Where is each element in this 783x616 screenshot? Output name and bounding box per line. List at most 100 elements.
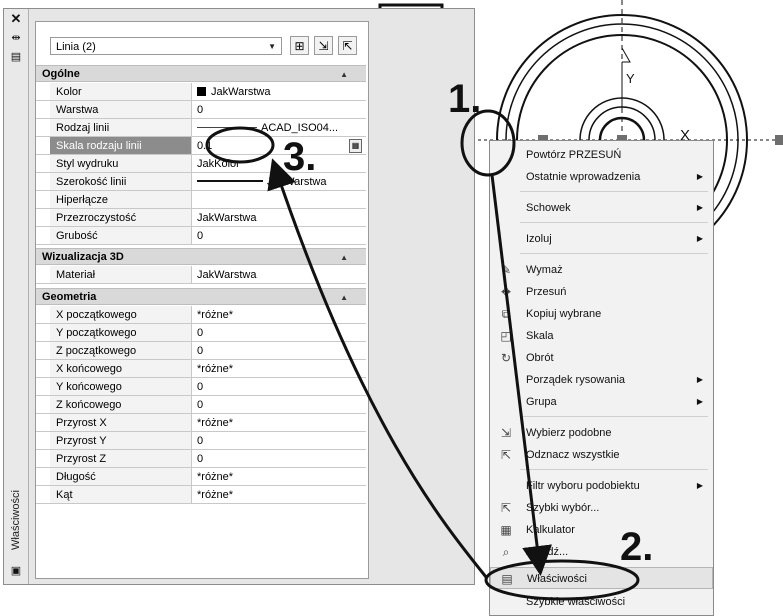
property-row[interactable]: Szerokość linii JakWarstwa: [36, 173, 366, 191]
menu-item-properties[interactable]: ▤ Właściwości: [490, 567, 713, 589]
menu-item-recent-input[interactable]: Ostatnie wprowadzenia ▶: [490, 166, 713, 188]
menu-item-erase[interactable]: ✎ Wymaż: [490, 259, 713, 281]
menu-item-isolate[interactable]: Izoluj ▶: [490, 228, 713, 250]
property-value[interactable]: *różne*: [194, 306, 364, 323]
property-value[interactable]: JakWarstwa: [194, 266, 364, 283]
property-row[interactable]: Rodzaj linii ACAD_ISO04...: [36, 119, 366, 137]
property-row[interactable]: X początkowego *różne*: [36, 306, 366, 324]
property-label: Przyrost X: [50, 414, 192, 431]
property-row[interactable]: Z końcowego 0: [36, 396, 366, 414]
menu-item-group[interactable]: Grupa ▶: [490, 391, 713, 413]
section-3d[interactable]: Wizualizacja 3D ▲: [36, 248, 366, 265]
property-value[interactable]: 0: [194, 450, 364, 467]
collapse-icon[interactable]: ▲: [340, 249, 348, 266]
menu-item-scale[interactable]: ◰ Skala: [490, 325, 713, 347]
select-objects-button[interactable]: ⇲: [314, 36, 333, 55]
property-value[interactable]: ACAD_ISO04...: [194, 119, 364, 136]
calculator-icon[interactable]: ▦: [349, 139, 362, 153]
property-row[interactable]: Hiperłącze: [36, 191, 366, 209]
move-icon: ✥: [500, 285, 512, 299]
property-value[interactable]: *różne*: [194, 414, 364, 431]
section-geometry-title: Geometria: [42, 291, 97, 303]
property-value[interactable]: 0: [194, 324, 364, 341]
close-icon[interactable]: ✕: [8, 12, 24, 26]
menu-item-repeat-move[interactable]: Powtórz PRZESUŃ: [490, 144, 713, 166]
property-value[interactable]: 0: [194, 227, 364, 244]
property-value[interactable]: *różne*: [194, 360, 364, 377]
property-row[interactable]: Przyrost Y 0: [36, 432, 366, 450]
property-row[interactable]: Grubość 0: [36, 227, 366, 245]
property-value-input[interactable]: 0.1: [194, 137, 364, 154]
quick-select-button[interactable]: ⇱: [338, 36, 357, 55]
scale-icon: ◰: [500, 329, 512, 343]
section-geometry[interactable]: Geometria ▲: [36, 288, 366, 305]
property-value[interactable]: 0: [194, 396, 364, 413]
property-label: X końcowego: [50, 360, 192, 377]
property-value[interactable]: [194, 191, 364, 208]
menu-separator: [520, 253, 708, 254]
collapse-icon[interactable]: ▲: [340, 66, 348, 83]
property-value[interactable]: JakWarstwa: [194, 209, 364, 226]
menu-item-select-similar[interactable]: ⇲ Wybierz podobne: [490, 422, 713, 444]
property-row[interactable]: Przezroczystość JakWarstwa: [36, 209, 366, 227]
property-value[interactable]: *różne*: [194, 486, 364, 503]
property-label: Przyrost Y: [50, 432, 192, 449]
menu-item-quick-select[interactable]: ⇱ Szybki wybór...: [490, 497, 713, 519]
menu-item-calculator[interactable]: ▦ Kalkulator: [490, 519, 713, 541]
property-row[interactable]: Y końcowego 0: [36, 378, 366, 396]
menu-item-subobject-filter[interactable]: Filtr wyboru podobiektu ▶: [490, 475, 713, 497]
property-row[interactable]: Warstwa 0: [36, 101, 366, 119]
property-value[interactable]: 0: [194, 378, 364, 395]
calculator-icon: ▦: [500, 523, 512, 537]
property-value[interactable]: 0: [194, 342, 364, 359]
palette-menu-icon[interactable]: ▤: [8, 50, 24, 64]
auto-hide-icon[interactable]: ⇹: [8, 31, 24, 45]
menu-item-deselect-all[interactable]: ⇱ Odznacz wszystkie: [490, 444, 713, 466]
property-value[interactable]: 0: [194, 101, 364, 118]
menu-item-rotate[interactable]: ↻ Obrót: [490, 347, 713, 369]
property-value[interactable]: JakKolor: [194, 155, 364, 172]
menu-item-quick-properties[interactable]: Szybkie właściwości: [490, 591, 713, 613]
property-row[interactable]: Z początkowego 0: [36, 342, 366, 360]
property-row[interactable]: Kąt *różne*: [36, 486, 366, 504]
property-label: Y końcowego: [50, 378, 192, 395]
menu-item-draw-order[interactable]: Porządek rysowania ▶: [490, 369, 713, 391]
property-value[interactable]: JakWarstwa: [194, 83, 364, 100]
property-label: Y początkowego: [50, 324, 192, 341]
property-row[interactable]: Kolor JakWarstwa: [36, 83, 366, 101]
property-value[interactable]: JakWarstwa: [194, 173, 364, 190]
axis-y-label: Y: [626, 71, 635, 86]
menu-item-copy[interactable]: ⧉ Kopiuj wybrane: [490, 303, 713, 325]
submenu-arrow-icon: ▶: [696, 172, 703, 181]
property-row[interactable]: Długość *różne*: [36, 468, 366, 486]
toggle-pickadd-button[interactable]: ⊞: [290, 36, 309, 55]
property-label: Z końcowego: [50, 396, 192, 413]
property-label: Styl wydruku: [50, 155, 192, 172]
select-similar-icon: ⇲: [500, 426, 512, 440]
palette-title-bar[interactable]: ✕ ⇹ ▤ Właściwości ▣: [4, 9, 29, 584]
property-label: Rodzaj linii: [50, 119, 192, 136]
selection-combo[interactable]: Linia (2) ▼: [50, 37, 282, 55]
properties-small-icon[interactable]: ▣: [8, 564, 24, 578]
property-value[interactable]: *różne*: [194, 468, 364, 485]
submenu-arrow-icon: ▶: [696, 397, 703, 406]
property-row[interactable]: Przyrost Z 0: [36, 450, 366, 468]
property-label: Warstwa: [50, 101, 192, 118]
section-general[interactable]: Ogólne ▲: [36, 65, 366, 82]
menu-item-find[interactable]: ⌕ Znajdź...: [490, 541, 713, 563]
linetype-preview: [197, 127, 257, 128]
property-row[interactable]: X końcowego *różne*: [36, 360, 366, 378]
properties-palette: ✕ ⇹ ▤ Właściwości ▣ Linia (2) ▼ ⊞ ⇲ ⇱ Og…: [3, 8, 475, 585]
copy-icon: ⧉: [501, 307, 511, 321]
property-row[interactable]: Styl wydruku JakKolor: [36, 155, 366, 173]
property-row[interactable]: Przyrost X *różne*: [36, 414, 366, 432]
property-row-selected[interactable]: Skala rodzaju linii 0.1 ▦: [36, 137, 366, 155]
submenu-arrow-icon: ▶: [696, 234, 703, 243]
property-row[interactable]: Y początkowego 0: [36, 324, 366, 342]
property-row[interactable]: Materiał JakWarstwa: [36, 266, 366, 284]
property-value[interactable]: 0: [194, 432, 364, 449]
menu-item-move[interactable]: ✥ Przesuń: [490, 281, 713, 303]
menu-item-clipboard[interactable]: Schowek ▶: [490, 197, 713, 219]
collapse-icon[interactable]: ▲: [340, 289, 348, 306]
property-label: Przezroczystość: [50, 209, 192, 226]
